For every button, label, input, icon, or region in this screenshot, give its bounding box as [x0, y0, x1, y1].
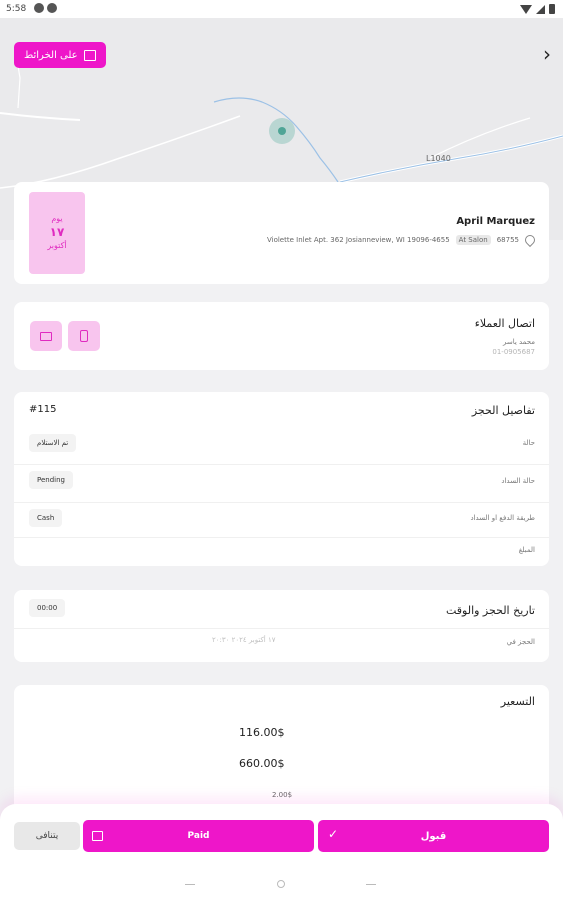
contact-title: اتصال العملاء: [474, 317, 535, 330]
battery-icon: [549, 4, 555, 14]
road-label: L1040: [426, 154, 451, 163]
accept-label: قبول: [420, 830, 447, 842]
phone-icon: [80, 330, 88, 342]
address-text: Violette Inlet Apt. 362 Josianneview, WI…: [267, 236, 450, 244]
paid-button[interactable]: Paid: [83, 820, 314, 852]
contact-card: اتصال العملاء محمد ياسر 01-0905687: [14, 302, 549, 370]
row-divider: [14, 464, 549, 465]
decline-button[interactable]: يتنافى: [14, 822, 80, 850]
message-icon: [40, 331, 52, 341]
notification-icon: [34, 3, 44, 13]
row-divider: [14, 537, 549, 538]
postal-code: 68755: [496, 236, 519, 244]
map-icon: [83, 49, 96, 61]
date-tile: يوم ١٧ أكتوبر: [29, 192, 85, 274]
customer-card: يوم ١٧ أكتوبر April Marquez Violette Inl…: [14, 182, 549, 284]
row-divider: [14, 502, 549, 503]
recents-nav-icon[interactable]: [366, 884, 376, 885]
paid-label: Paid: [187, 831, 210, 841]
back-nav-icon[interactable]: [185, 884, 195, 885]
amount-label: المبلغ: [518, 546, 535, 554]
status-label: حالة: [522, 439, 535, 447]
status-icons-right: [520, 4, 555, 14]
time-chip: 00:00: [29, 599, 66, 617]
accept-button[interactable]: ✓ قبول: [318, 820, 549, 852]
status-bar: 5:58: [0, 0, 563, 18]
home-nav-icon[interactable]: [277, 880, 285, 888]
message-button[interactable]: [30, 321, 62, 351]
pricing-title: التسعير: [500, 695, 535, 708]
booking-details-card: #115 تفاصيل الحجز حالة تم الاستلام حالة …: [14, 392, 549, 566]
call-button[interactable]: [68, 321, 100, 351]
price-value-3: 2.00$: [272, 791, 293, 799]
salon-badge: At Salon: [455, 235, 491, 245]
chevron-right-icon[interactable]: ›: [543, 44, 551, 64]
system-nav-bar: [0, 864, 563, 900]
payment-status-chip: Pending: [29, 471, 73, 489]
payment-method-label: طريقة الدفع او السداد: [470, 514, 535, 522]
address-row: Violette Inlet Apt. 362 Josianneview, WI…: [267, 232, 538, 248]
payment-status-label: حالة السداد: [501, 477, 535, 485]
schedule-title: تاريخ الحجز والوقت: [445, 604, 535, 617]
booked-in-label: الحجز في: [506, 638, 535, 646]
date-day-label: يوم: [51, 214, 63, 223]
price-value-1: 116.00$: [239, 726, 285, 739]
wifi-icon: [520, 4, 532, 14]
status-icons-left: [34, 3, 57, 13]
receipt-icon: [92, 831, 103, 841]
status-chip: تم الاستلام: [29, 434, 77, 452]
status-time: 5:58: [6, 4, 27, 14]
booked-in-value: ١٧ أكتوبر ٢٠٢٤ ٢٠:٣٠: [212, 636, 276, 644]
contact-name: محمد ياسر: [502, 338, 535, 346]
schedule-card: تاريخ الحجز والوقت 00:00 الحجز في ١٧ أكت…: [14, 590, 549, 662]
check-icon: ✓: [328, 827, 339, 841]
location-pin-icon: [522, 232, 538, 248]
date-day: ١٧: [49, 225, 65, 239]
show-on-map-label: على الخرائط: [24, 49, 78, 61]
decline-label: يتنافى: [35, 831, 59, 841]
row-divider: [14, 628, 549, 629]
signal-icon: [536, 4, 545, 14]
action-bar: يتنافى Paid ✓ قبول: [0, 804, 563, 864]
date-month: أكتوبر: [47, 241, 67, 250]
show-on-map-button[interactable]: على الخرائط: [14, 42, 106, 68]
price-value-2: 660.00$: [239, 757, 285, 770]
notification-icon-2: [47, 3, 57, 13]
booking-title: تفاصيل الحجز: [471, 404, 535, 417]
customer-name: April Marquez: [456, 216, 535, 227]
payment-method-chip: Cash: [29, 509, 63, 527]
contact-phone: 01-0905687: [492, 348, 535, 356]
booking-number: #115: [29, 404, 57, 415]
